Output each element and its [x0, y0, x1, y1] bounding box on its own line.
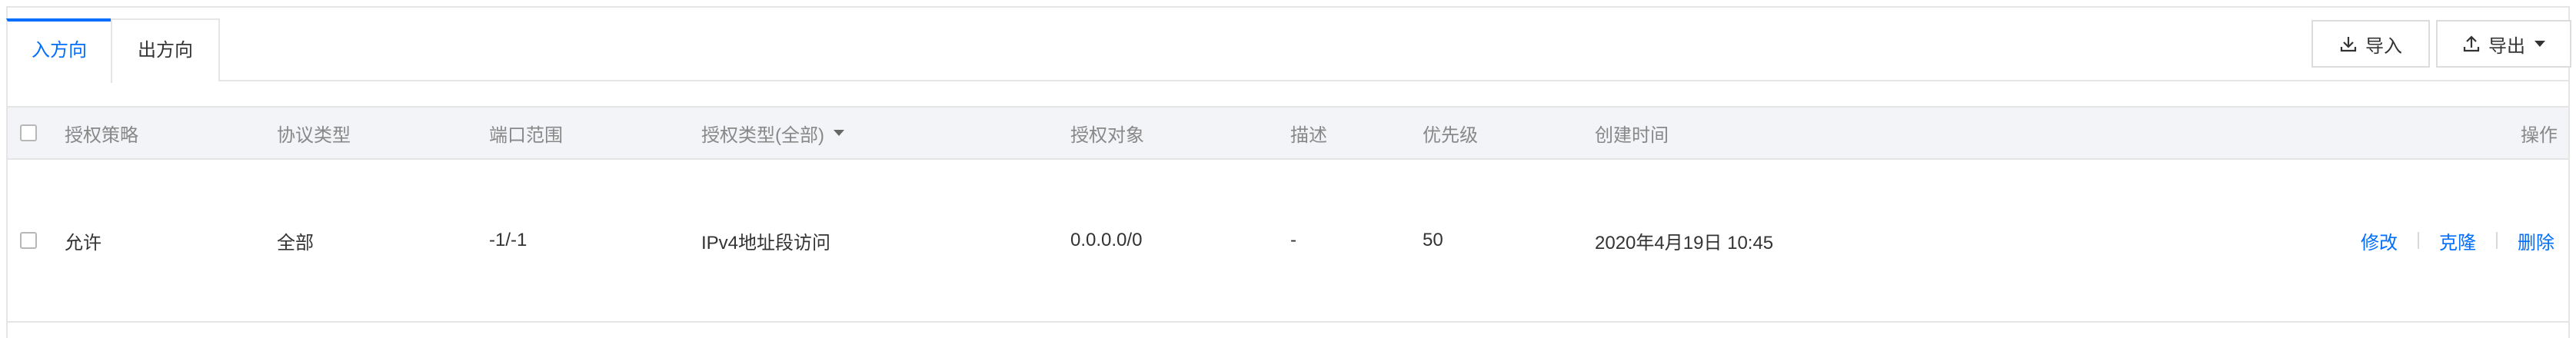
import-label: 导入	[2365, 35, 2402, 57]
select-all-checkbox[interactable]	[20, 124, 37, 141]
import-button[interactable]: 导入	[2311, 20, 2430, 68]
header-auth-object: 授权对象	[1070, 124, 1144, 146]
cell-policy: 允许	[65, 232, 102, 254]
cell-description: -	[1290, 230, 1296, 250]
header-protocol: 协议类型	[277, 124, 351, 146]
table-header: 授权策略 协议类型 端口范围 授权类型(全部) 授权对象 描述 优先级 创建时间…	[6, 106, 2570, 160]
table-row: 允许 全部 -1/-1 IPv4地址段访问 0.0.0.0/0 - 50 202…	[6, 160, 2570, 323]
upload-icon	[2463, 35, 2480, 52]
cell-actions: 修改 克隆 删除	[2361, 160, 2554, 321]
cell-priority: 50	[1423, 230, 1443, 250]
tab-inbound[interactable]: 入方向	[6, 18, 112, 83]
edit-link[interactable]: 修改	[2361, 227, 2398, 254]
chevron-down-icon	[2534, 41, 2545, 47]
delete-link[interactable]: 删除	[2518, 227, 2554, 254]
header-auth-type: 授权类型(全部)	[701, 124, 824, 146]
header-created-time: 创建时间	[1595, 124, 1669, 146]
header-auth-type-filter[interactable]: 授权类型(全部)	[701, 108, 844, 158]
download-icon	[2340, 37, 2357, 52]
header-select-cell	[20, 108, 37, 158]
row-select-cell	[20, 160, 37, 321]
cell-created-time: 2020年4月19日 10:45	[1595, 232, 1774, 254]
security-rules-table: 授权策略 协议类型 端口范围 授权类型(全部) 授权对象 描述 优先级 创建时间…	[6, 106, 2570, 323]
direction-tabs: 入方向 出方向	[6, 18, 2570, 83]
header-actions: 操作	[2521, 124, 2558, 146]
row-checkbox[interactable]	[20, 232, 37, 249]
cell-port-range: -1/-1	[489, 230, 528, 250]
header-priority: 优先级	[1423, 124, 1478, 146]
header-port-range: 端口范围	[489, 124, 563, 146]
action-divider	[2496, 232, 2498, 249]
export-button[interactable]: 导出	[2436, 20, 2571, 68]
filter-caret-icon	[833, 130, 844, 136]
cell-auth-type: IPv4地址段访问	[701, 232, 831, 254]
header-description: 描述	[1290, 124, 1327, 146]
export-label: 导出	[2488, 35, 2525, 57]
cell-auth-object: 0.0.0.0/0	[1070, 230, 1143, 250]
clone-link[interactable]: 克隆	[2439, 227, 2476, 254]
tab-outbound[interactable]: 出方向	[111, 18, 220, 81]
action-divider	[2418, 232, 2419, 249]
cell-protocol: 全部	[277, 232, 314, 254]
header-policy: 授权策略	[65, 124, 138, 146]
